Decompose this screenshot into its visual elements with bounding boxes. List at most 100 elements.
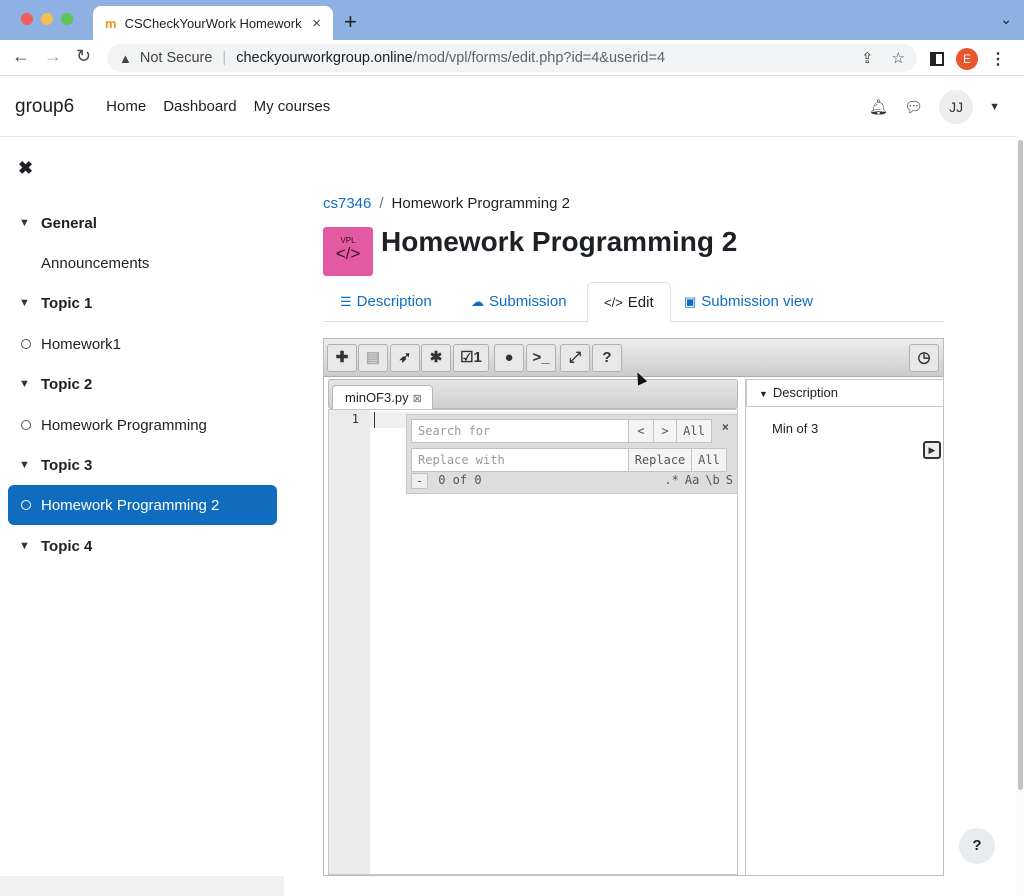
nav-home[interactable]: Home (106, 98, 146, 115)
drawer-item-label: Homework1 (41, 335, 122, 353)
description-panel: ▼ Description Min of 3 ▶ (745, 379, 944, 875)
tab-close-icon[interactable]: × (312, 15, 321, 32)
drawer-item-homework-programming-2[interactable]: Homework Programming 2 (8, 485, 277, 525)
vpl-activity-icon: VPL </> (323, 227, 373, 276)
window-close-button[interactable] (21, 13, 33, 25)
replace-input[interactable]: Replace with (411, 448, 629, 472)
cloud-upload-icon: ☁ (471, 294, 484, 309)
tab-search-chevron-icon[interactable]: ⌄ (1000, 11, 1012, 28)
debug-bug-icon[interactable]: ✱ (421, 344, 451, 372)
toggle-replace-button[interactable]: - (411, 473, 429, 489)
tab-submission-view[interactable]: ▣ Submission view (684, 282, 813, 322)
completion-circle-icon (21, 500, 31, 510)
new-tab-button[interactable]: + (344, 9, 357, 35)
list-icon: ☰ (340, 294, 352, 309)
security-status[interactable]: Not Secure (140, 50, 213, 66)
fullscreen-expand-icon[interactable]: ⤢ (560, 344, 590, 372)
file-tabs-bar: minOF3.py ⊠ (328, 379, 738, 410)
chevron-down-icon[interactable]: ▼ (8, 459, 41, 471)
search-next-button[interactable]: > (653, 419, 677, 443)
replace-all-button[interactable]: All (691, 448, 727, 472)
editor-gutter (329, 410, 370, 874)
moodle-favicon-icon: m (105, 15, 117, 31)
address-bar[interactable]: ▲ Not Secure | checkyourworkgroup.online… (107, 44, 917, 72)
back-arrow-icon[interactable]: ← (12, 46, 30, 67)
archive-icon: ▣ (684, 294, 697, 309)
forward-arrow-icon[interactable]: → (44, 46, 62, 67)
window-zoom-button[interactable] (61, 13, 73, 25)
run-rocket-icon[interactable]: ➶ (390, 344, 420, 372)
drawer-item-homework1[interactable]: Homework1 (8, 324, 277, 364)
reload-icon[interactable]: ↻ (76, 46, 91, 67)
section-topic-4[interactable]: ▼ Topic 4 (8, 526, 277, 566)
site-brand[interactable]: group6 (15, 96, 74, 118)
chevron-down-icon[interactable]: ▼ (8, 540, 41, 552)
section-topic-1[interactable]: ▼ Topic 1 (8, 283, 277, 323)
section-topic-2[interactable]: ▼ Topic 2 (8, 364, 277, 404)
whole-word-option[interactable]: \b (705, 473, 719, 487)
notification-bell-icon[interactable]: 🔔︎ (869, 98, 888, 116)
file-tab-minof3[interactable]: minOF3.py ⊠ (332, 385, 433, 410)
description-header[interactable]: ▼ Description (746, 379, 944, 407)
ide-toolbar: ✚ ▤ ➶ ✱ ☑1 ● >_ ⤢ ? ◷ (324, 339, 943, 377)
timer-clock-icon[interactable]: ◷ (909, 344, 939, 372)
profile-avatar[interactable]: E (956, 48, 978, 70)
user-menu-chevron-icon[interactable]: ▼ (989, 101, 1000, 113)
completion-circle-icon (21, 420, 31, 430)
scrollbar-thumb[interactable] (1018, 140, 1023, 790)
play-icon[interactable]: ▶ (923, 441, 941, 459)
tab-description[interactable]: ☰ Description (340, 282, 432, 322)
status-bar (0, 876, 284, 896)
close-file-icon[interactable]: ⊠ (413, 393, 422, 405)
chevron-down-icon[interactable]: ▼ (8, 378, 41, 390)
section-label: General (41, 214, 97, 232)
messages-icon[interactable]: 💬︎ (904, 98, 923, 116)
search-all-button[interactable]: All (676, 419, 712, 443)
search-prev-button[interactable]: < (628, 419, 654, 443)
drawer-item-announcements[interactable]: Announcements (8, 243, 277, 283)
chevron-down-icon[interactable]: ▼ (8, 297, 41, 309)
text-cursor (374, 412, 375, 428)
nav-my-courses[interactable]: My courses (254, 98, 331, 115)
activity-tabs: ☰ Description ☁ Submission </> Edit ▣ Submis… (323, 282, 944, 323)
regex-option[interactable]: .* (664, 473, 678, 487)
new-file-plus-icon[interactable]: ✚ (327, 344, 357, 372)
console-terminal-icon[interactable]: >_ (526, 344, 556, 372)
section-general[interactable]: ▼ General (8, 203, 277, 243)
breadcrumb-course-link[interactable]: cs7346 (323, 195, 371, 212)
search-input[interactable]: Search for (411, 419, 629, 443)
share-icon[interactable]: ⇪ (861, 49, 874, 67)
case-option[interactable]: Aa (685, 473, 699, 487)
window-minimize-button[interactable] (41, 13, 53, 25)
drawer-item-homework-programming[interactable]: Homework Programming (8, 405, 277, 445)
browser-menu-icon[interactable]: ⋮ (990, 49, 1006, 69)
browser-tab[interactable]: m CSCheckYourWork Homework × (93, 6, 333, 40)
primary-navigation: Home Dashboard My courses (106, 98, 330, 115)
help-question-icon[interactable]: ? (592, 344, 622, 372)
save-icon[interactable]: ▤ (358, 344, 388, 372)
page-scrollbar[interactable] (1016, 137, 1024, 896)
section-label: Topic 2 (41, 375, 93, 393)
help-button[interactable]: ? (959, 828, 995, 864)
bookmark-star-icon[interactable]: ☆ (892, 49, 905, 67)
tab-submission[interactable]: ☁ Submission (471, 282, 567, 322)
site-header: group6 Home Dashboard My courses 🔔︎ 💬︎ J… (0, 77, 1016, 137)
replace-button[interactable]: Replace (628, 448, 692, 472)
tab-edit[interactable]: </> Edit (587, 282, 671, 323)
nav-dashboard[interactable]: Dashboard (163, 98, 236, 115)
section-topic-3[interactable]: ▼ Topic 3 (8, 445, 277, 485)
code-icon: </> (604, 295, 623, 310)
evaluate-checkbox-icon[interactable]: ☑1 (453, 344, 489, 372)
side-panel-icon[interactable] (930, 52, 944, 66)
code-icon: </> (335, 244, 361, 263)
user-avatar[interactable]: JJ (939, 89, 974, 124)
browser-tab-bar: m CSCheckYourWork Homework × + ⌄ (0, 0, 1024, 40)
drawer-item-label: Homework Programming (41, 416, 207, 434)
chevron-down-icon[interactable]: ▼ (8, 217, 41, 229)
in-selection-option[interactable]: S (726, 473, 733, 487)
search-counter: 0 of 0 (438, 473, 482, 487)
close-search-icon[interactable]: × (722, 420, 729, 434)
browser-tab-title: CSCheckYourWork Homework (124, 15, 302, 31)
close-drawer-icon[interactable]: ✖ (18, 158, 33, 179)
comments-icon[interactable]: ● (494, 344, 524, 372)
